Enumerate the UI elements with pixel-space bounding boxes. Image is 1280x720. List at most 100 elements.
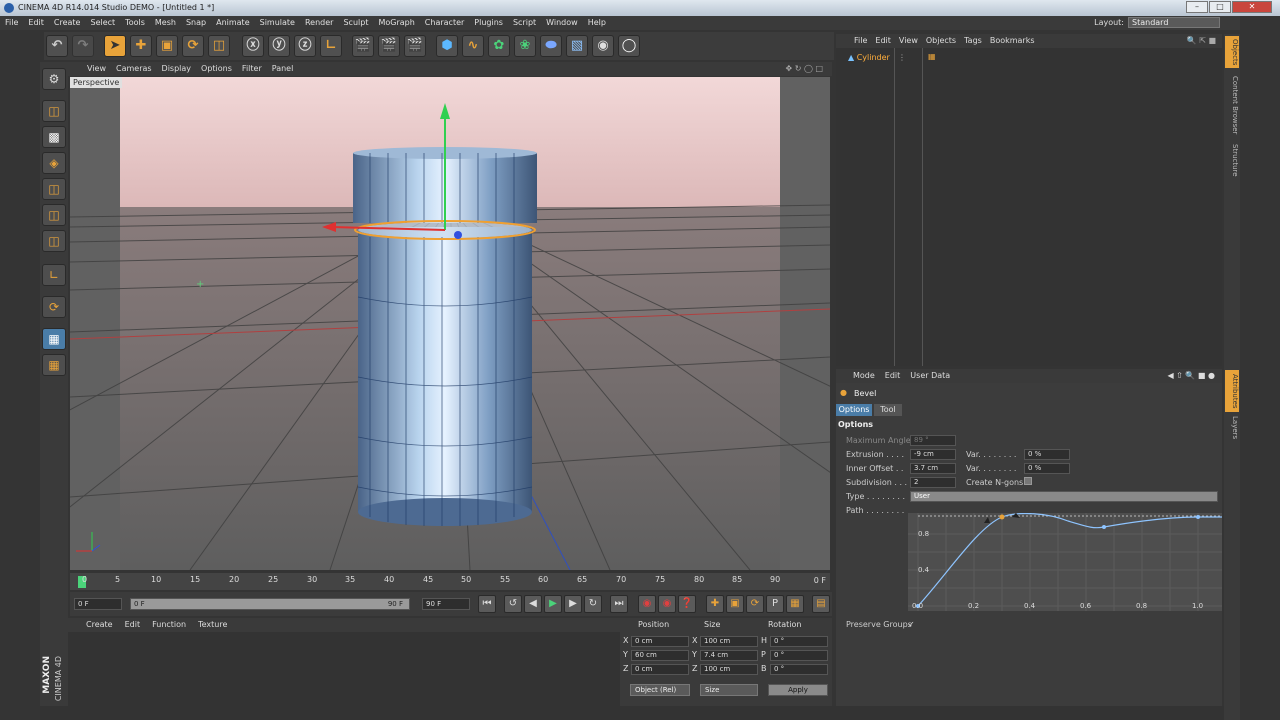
tab-options[interactable]: Options	[836, 404, 872, 416]
floor-button[interactable]: ▧	[566, 35, 588, 57]
apply-button[interactable]: Apply	[768, 684, 828, 696]
extrusion-field[interactable]: -9 cm	[910, 449, 956, 460]
play-button[interactable]: ▶	[544, 595, 562, 613]
y-axis-button[interactable]: ⓨ	[268, 35, 290, 57]
object-menu-objects[interactable]: Objects	[922, 34, 960, 47]
scale-button[interactable]: ▣	[156, 35, 178, 57]
size-x-field[interactable]: 100 cm	[700, 636, 758, 647]
workplane-button[interactable]: ◈	[42, 152, 66, 174]
viewport-menu-panel[interactable]: Panel	[267, 62, 299, 75]
previous-key-button[interactable]: ↺	[504, 595, 522, 613]
autokey-button[interactable]: ◉	[658, 595, 676, 613]
locked-workplane-button[interactable]: ▦	[42, 354, 66, 376]
menu-create[interactable]: Create	[49, 16, 86, 27]
viewport-menu-cameras[interactable]: Cameras	[111, 62, 157, 75]
position-y-field[interactable]: 60 cm	[631, 650, 689, 661]
tab-structure[interactable]: Structure	[1225, 140, 1239, 180]
key-position-button[interactable]: ✚	[706, 595, 724, 613]
menu-select[interactable]: Select	[85, 16, 120, 27]
coordinate-mode-dropdown[interactable]: Object (Rel)	[630, 684, 690, 696]
object-row-cylinder[interactable]: ▲ Cylinder	[848, 53, 890, 62]
menu-plugins[interactable]: Plugins	[469, 16, 508, 27]
create-ngons-checkbox[interactable]	[1024, 477, 1032, 485]
viewport-menu-display[interactable]: Display	[157, 62, 197, 75]
render-to-picture-viewer-button[interactable]: 🎬	[378, 35, 400, 57]
live-selection-button[interactable]: ➤	[104, 35, 126, 57]
perspective-viewport[interactable]: + Perspective	[70, 77, 830, 570]
inner-var-field[interactable]: 0 %	[1024, 463, 1070, 474]
model-mode-button[interactable]: ◫	[42, 100, 66, 122]
key-help-button[interactable]: ❓	[678, 595, 696, 613]
layout-dropdown[interactable]: Standard	[1128, 17, 1220, 28]
key-rotation-button[interactable]: ⟳	[746, 595, 764, 613]
menu-mograph[interactable]: MoGraph	[373, 16, 419, 27]
attr-menu-mode[interactable]: Mode	[848, 369, 880, 382]
object-menu-file[interactable]: File	[850, 34, 871, 47]
preserve-groups-checkbox[interactable]: ✓	[908, 620, 915, 629]
attr-menu-user-data[interactable]: User Data	[905, 369, 955, 382]
camera-button[interactable]: ◉	[592, 35, 614, 57]
tab-objects[interactable]: Objects	[1225, 36, 1239, 68]
menu-window[interactable]: Window	[541, 16, 583, 27]
attr-menu-edit[interactable]: Edit	[880, 369, 906, 382]
attribute-nav-icons[interactable]: ◀ ⇧ 🔍 ■ ●	[1162, 369, 1220, 382]
rotate-button[interactable]: ⟳	[182, 35, 204, 57]
minimize-button[interactable]: –	[1186, 1, 1208, 13]
cube-object-button[interactable]: ⬢	[436, 35, 458, 57]
deformer-button[interactable]: ⬬	[540, 35, 562, 57]
material-menu-function[interactable]: Function	[146, 618, 192, 631]
menu-snap[interactable]: Snap	[181, 16, 211, 27]
close-button[interactable]: ✕	[1232, 1, 1272, 13]
menu-animate[interactable]: Animate	[211, 16, 255, 27]
menu-script[interactable]: Script	[508, 16, 541, 27]
visibility-dots-icon[interactable]: ⋮	[898, 53, 906, 62]
array-button[interactable]: ❀	[514, 35, 536, 57]
render-settings-button[interactable]: 🎬	[404, 35, 426, 57]
type-dropdown[interactable]: User	[910, 491, 1218, 502]
phong-tag-icon[interactable]: ▦	[928, 52, 936, 61]
object-menu-view[interactable]: View	[895, 34, 922, 47]
menu-edit[interactable]: Edit	[23, 16, 49, 27]
material-menu-texture[interactable]: Texture	[192, 618, 233, 631]
recent-tool-button[interactable]: ◫	[208, 35, 230, 57]
inner-offset-field[interactable]: 3.7 cm	[910, 463, 956, 474]
tab-attributes[interactable]: Attributes	[1225, 370, 1239, 412]
next-frame-button[interactable]: ▶	[564, 595, 582, 613]
make-editable-button[interactable]: ⚙	[42, 68, 66, 90]
redo-button[interactable]: ↷	[72, 35, 94, 57]
key-parameter-button[interactable]: P	[766, 595, 784, 613]
undo-button[interactable]: ↶	[46, 35, 68, 57]
rotation-h-field[interactable]: 0 °	[770, 636, 828, 647]
extrusion-var-field[interactable]: 0 %	[1024, 449, 1070, 460]
edges-mode-button[interactable]: ◫	[42, 204, 66, 226]
tab-tool[interactable]: Tool	[874, 404, 902, 416]
object-manager-search-icon[interactable]: 🔍 ⇱ ■	[1183, 34, 1220, 47]
texture-mode-button[interactable]: ▩	[42, 126, 66, 148]
timeline-layout-button[interactable]: ▤	[812, 595, 830, 613]
polygons-mode-button[interactable]: ◫	[42, 230, 66, 252]
size-y-field[interactable]: 7.4 cm	[700, 650, 758, 661]
record-button[interactable]: ◉	[638, 595, 656, 613]
previous-frame-button[interactable]: ◀	[524, 595, 542, 613]
spline-button[interactable]: ∿	[462, 35, 484, 57]
render-view-button[interactable]: 🎬	[352, 35, 374, 57]
axis-mode-button[interactable]: ∟	[42, 264, 66, 286]
coordinate-system-button[interactable]: ∟	[320, 35, 342, 57]
tweak-mode-button[interactable]: ⟳	[42, 296, 66, 318]
key-pla-button[interactable]: ▦	[786, 595, 804, 613]
subdivision-field[interactable]: 2	[910, 477, 956, 488]
viewport-menu-options[interactable]: Options	[196, 62, 237, 75]
tab-layers[interactable]: Layers	[1225, 416, 1239, 440]
max-angle-field[interactable]: 89 °	[910, 435, 956, 446]
material-menu-create[interactable]: Create	[80, 618, 119, 631]
path-curve-editor[interactable]: 0.8 0.4 0.0 0.2 0.4 0.6 0.8 1.0	[908, 513, 1222, 611]
maximize-button[interactable]: □	[1209, 1, 1231, 13]
menu-mesh[interactable]: Mesh	[150, 16, 181, 27]
nurbs-button[interactable]: ✿	[488, 35, 510, 57]
object-menu-tags[interactable]: Tags	[960, 34, 986, 47]
object-menu-edit[interactable]: Edit	[871, 34, 895, 47]
menu-sculpt[interactable]: Sculpt	[338, 16, 373, 27]
current-frame-field[interactable]: 0 F	[814, 576, 826, 585]
points-mode-button[interactable]: ◫	[42, 178, 66, 200]
position-x-field[interactable]: 0 cm	[631, 636, 689, 647]
